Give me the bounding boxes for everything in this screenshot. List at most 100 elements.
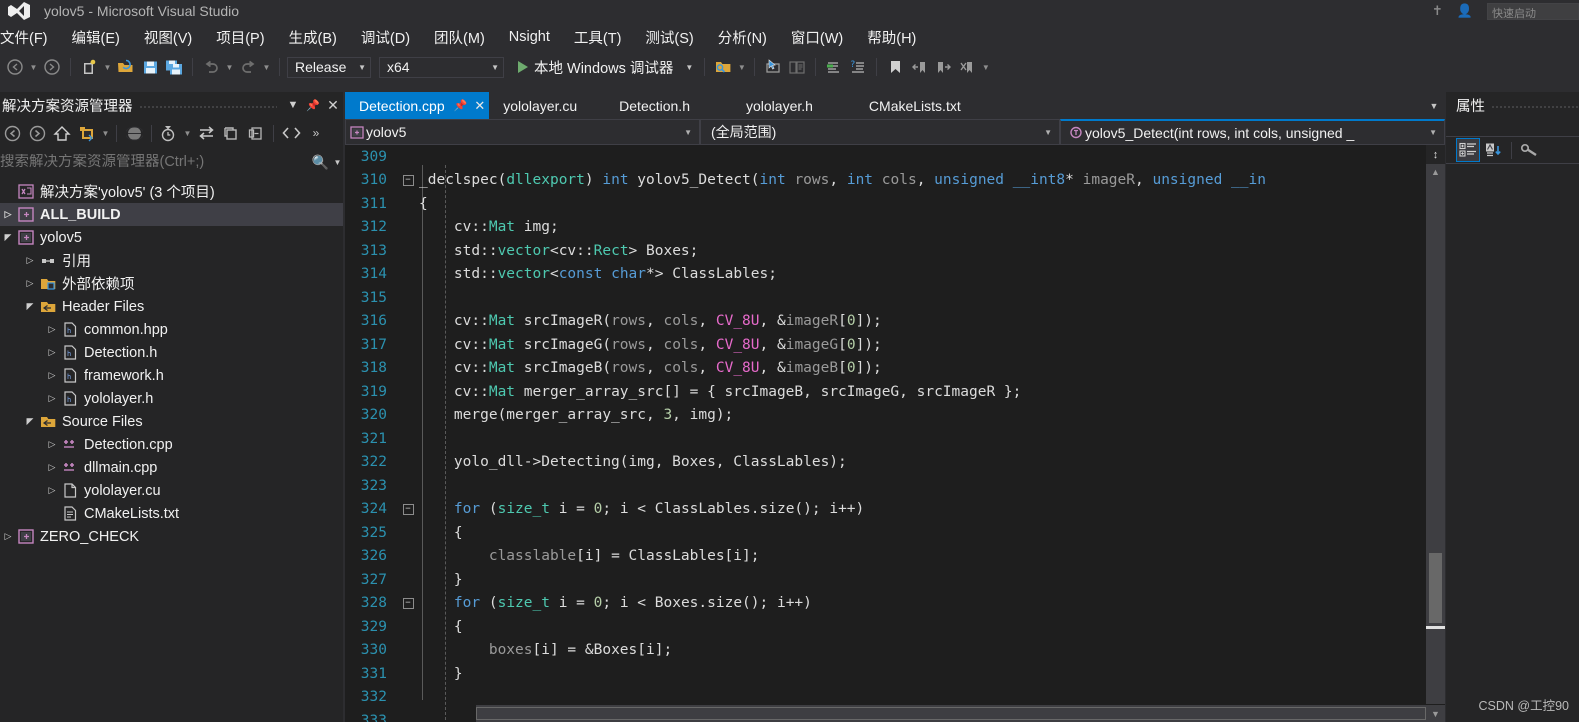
panel-drag-handle[interactable] <box>1491 92 1579 118</box>
horizontal-scrollbar[interactable] <box>476 705 1426 722</box>
tree-item-cmakelists-txt[interactable]: CMakeLists.txt <box>0 502 343 525</box>
start-debugging-button[interactable]: 本地 Windows 调试器 ▼ <box>514 56 697 78</box>
pending-changes-icon[interactable] <box>157 121 181 145</box>
tree-item-yololayer-h[interactable]: ▷ h yololayer.h <box>0 387 343 410</box>
menu-tools[interactable]: 工具(T) <box>562 24 634 51</box>
find-dropdown-icon[interactable]: ▼ <box>736 56 747 78</box>
chevron-right-icon[interactable]: ▷ <box>0 531 16 542</box>
refresh-icon[interactable] <box>219 121 243 145</box>
tree-item-dllmain-cpp[interactable]: ▷ dllmain.cpp <box>0 456 343 479</box>
navigate-backward-icon[interactable] <box>4 56 26 78</box>
categorized-icon[interactable] <box>1456 138 1480 162</box>
tab-detection-cpp[interactable]: Detection.cpp 📌 ✕ <box>345 92 490 119</box>
collapse-all-icon[interactable] <box>244 121 268 145</box>
previous-bookmark-icon[interactable] <box>908 56 930 78</box>
tree-item-references[interactable]: ▷ 引用 <box>0 249 343 272</box>
pin-icon[interactable]: 📌 <box>303 94 323 116</box>
scroll-right-icon[interactable]: ▼ <box>1426 705 1445 722</box>
clear-bookmarks-icon[interactable] <box>956 56 978 78</box>
sync-with-active-document-icon[interactable] <box>194 121 218 145</box>
select-element-icon[interactable] <box>762 56 784 78</box>
alphabetical-icon[interactable] <box>1482 138 1506 162</box>
close-icon[interactable]: ✕ <box>323 94 343 116</box>
solution-configuration-combo[interactable]: Release ▼ <box>287 56 371 78</box>
menu-view[interactable]: 视图(V) <box>132 24 204 51</box>
chevron-down-icon[interactable]: ◤ <box>22 416 38 427</box>
menu-file[interactable]: 文件(F) <box>0 24 60 51</box>
property-pages-icon[interactable] <box>1517 138 1541 162</box>
tree-item-source-files[interactable]: ◤ Source Files <box>0 410 343 433</box>
signin-icon[interactable]: 👤 <box>1457 3 1473 19</box>
tab-yololayer-cu[interactable]: yololayer.cu <box>489 92 592 119</box>
scope-selector-combo[interactable]: (全局范围) ▼ <box>700 119 1060 145</box>
menu-project[interactable]: 项目(P) <box>204 24 276 51</box>
menu-nsight[interactable]: Nsight <box>497 26 562 48</box>
chevron-right-icon[interactable]: ▷ <box>44 347 60 358</box>
pending-changes-dropdown-icon[interactable]: ▼ <box>182 122 193 144</box>
chevron-right-icon[interactable]: ▷ <box>44 324 60 335</box>
tab-cmakelists-txt[interactable]: CMakeLists.txt <box>840 92 975 119</box>
project-selector-combo[interactable]: yolov5 ▼ <box>345 119 700 145</box>
scroll-up-icon[interactable]: ▲ <box>1426 163 1445 180</box>
view-code-icon[interactable] <box>279 121 303 145</box>
chevron-right-icon[interactable]: ▷ <box>44 393 60 404</box>
switch-views-dropdown-icon[interactable]: ▼ <box>100 122 111 144</box>
save-all-icon[interactable] <box>163 56 185 78</box>
fold-gutter[interactable]: − <box>397 174 419 186</box>
comment-lines-icon[interactable] <box>823 56 845 78</box>
quick-launch-input[interactable]: 快速启动 <box>1487 2 1579 20</box>
menu-test[interactable]: 测试(S) <box>633 24 705 51</box>
toggle-bookmark-icon[interactable] <box>884 56 906 78</box>
collapse-icon[interactable]: − <box>402 597 414 609</box>
se-overflow-icon[interactable]: » <box>304 121 328 145</box>
chevron-right-icon[interactable]: ▷ <box>44 485 60 496</box>
switch-views-icon[interactable] <box>75 121 99 145</box>
pin-icon[interactable]: 📌 <box>454 99 468 112</box>
panel-drag-handle[interactable] <box>138 92 277 118</box>
search-options-dropdown-icon[interactable]: ▼ <box>332 151 343 173</box>
chevron-right-icon[interactable]: ▷ <box>22 255 38 266</box>
save-icon[interactable] <box>139 56 161 78</box>
chevron-right-icon[interactable]: ▷ <box>44 370 60 381</box>
show-all-files-icon[interactable] <box>122 121 146 145</box>
menu-build[interactable]: 生成(B) <box>277 24 349 51</box>
tree-item-yolov5[interactable]: ◤ yolov5 <box>0 226 343 249</box>
redo-dropdown-icon[interactable]: ▼ <box>261 56 272 78</box>
menu-team[interactable]: 团队(M) <box>422 24 497 51</box>
tree-item-all-build[interactable]: ▷ ALL_BUILD <box>0 203 343 226</box>
open-file-icon[interactable] <box>115 56 137 78</box>
tree-item-framework-h[interactable]: ▷ h framework.h <box>0 364 343 387</box>
tab-detection-h[interactable]: Detection.h <box>591 92 718 119</box>
toolbar-overflow-icon[interactable]: ▼ <box>980 56 991 78</box>
chevron-down-icon[interactable]: ◤ <box>0 232 16 243</box>
tree-item-zero-check[interactable]: ▷ ZERO_CHECK <box>0 525 343 548</box>
tree-item-yololayer-cu[interactable]: ▷ yololayer.cu <box>0 479 343 502</box>
menu-help[interactable]: 帮助(H) <box>855 24 928 51</box>
editor-split-handle[interactable]: ↕ <box>1426 145 1445 164</box>
chevron-down-icon[interactable]: ◤ <box>22 301 38 312</box>
find-in-files-icon[interactable] <box>712 56 734 78</box>
uncomment-lines-icon[interactable]: ? <box>847 56 869 78</box>
navigate-forward-icon[interactable] <box>41 56 63 78</box>
feedback-icon[interactable]: ✝ <box>1432 3 1443 19</box>
collapse-icon[interactable]: − <box>402 174 414 186</box>
tree-item-common-hpp[interactable]: ▷ h common.hpp <box>0 318 343 341</box>
member-selector-combo[interactable]: yolov5_Detect(int rows, int cols, unsign… <box>1060 119 1445 145</box>
horizontal-scroll-thumb[interactable] <box>476 707 1426 720</box>
menu-window[interactable]: 窗口(W) <box>779 24 855 51</box>
undo-dropdown-icon[interactable]: ▼ <box>224 56 235 78</box>
tree-item-detection-h[interactable]: ▷ h Detection.h <box>0 341 343 364</box>
fold-gutter[interactable]: − <box>397 503 419 515</box>
panel-menu-icon[interactable]: ▼ <box>283 94 303 116</box>
tab-overflow-icon[interactable]: ▼ <box>1423 92 1445 119</box>
tree-item-external-dependencies[interactable]: ▷ 外部依赖项 <box>0 272 343 295</box>
solution-platform-combo[interactable]: x64 ▼ <box>379 56 504 78</box>
back-icon[interactable] <box>0 121 24 145</box>
chevron-right-icon[interactable]: ▷ <box>0 209 16 220</box>
close-icon[interactable]: ✕ <box>474 98 485 114</box>
navigate-backward-dropdown-icon[interactable]: ▼ <box>28 56 39 78</box>
tree-item-header-files[interactable]: ◤ Header Files <box>0 295 343 318</box>
next-bookmark-icon[interactable] <box>932 56 954 78</box>
vertical-scrollbar[interactable]: ▲ <box>1426 145 1445 704</box>
chevron-right-icon[interactable]: ▷ <box>22 278 38 289</box>
